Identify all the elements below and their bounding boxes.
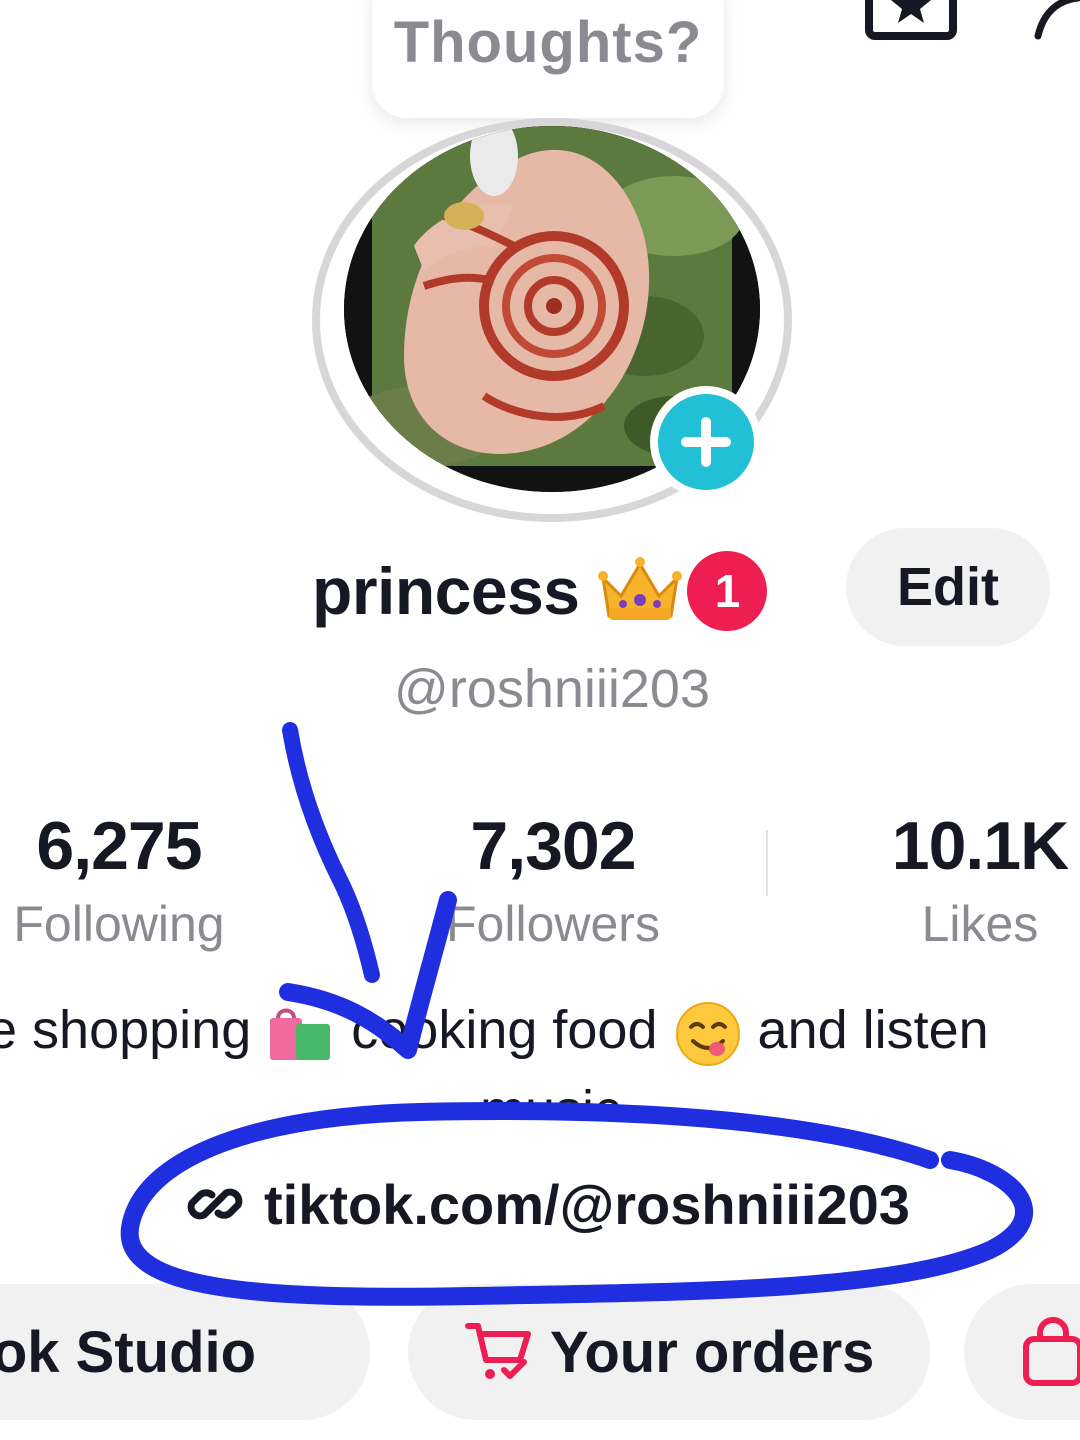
tiktok-studio-label: TikTok Studio <box>0 1319 257 1385</box>
tiktok-studio-button[interactable]: TikTok Studio <box>0 1284 370 1420</box>
stat-following[interactable]: 6,275 Following <box>0 806 244 954</box>
shop-button[interactable] <box>964 1284 1080 1420</box>
link-icon <box>187 1188 243 1220</box>
stats-divider <box>766 830 768 896</box>
thoughts-bubble[interactable]: Thoughts? <box>372 0 724 118</box>
profile-page: Thoughts? princess 1 Edit @roshniii203 6… <box>0 0 1080 1440</box>
display-name: princess <box>312 554 580 628</box>
bio-text-1: ve shopping <box>0 1000 252 1060</box>
notification-badge[interactable]: 1 <box>687 551 768 631</box>
thoughts-text: Thoughts? <box>393 10 703 75</box>
bio-text-3: and listen <box>757 1000 989 1060</box>
following-label: Following <box>13 896 225 952</box>
bio: ve shopping cooking food and listen <box>0 990 989 1070</box>
edit-profile-button[interactable]: Edit <box>846 528 1050 646</box>
profile-link-url: tiktok.com/@roshniii203 <box>264 1172 910 1236</box>
followers-count: 7,302 <box>470 808 636 884</box>
favorites-icon[interactable] <box>865 0 957 44</box>
shopping-bag-icon <box>1023 1317 1080 1386</box>
name-row: princess 1 <box>312 546 768 636</box>
your-orders-button[interactable]: Your orders <box>408 1284 930 1420</box>
profile-link[interactable]: tiktok.com/@roshniii203 <box>186 1164 910 1244</box>
shopping-bags-emoji-icon <box>270 1008 331 1060</box>
following-count: 6,275 <box>36 808 202 884</box>
likes-label: Likes <box>921 896 1039 952</box>
bio-text-4: music <box>480 1080 622 1110</box>
likes-count: 10.1K <box>891 808 1069 884</box>
stat-followers[interactable]: 7,302 Followers <box>408 806 698 954</box>
annotation-arrow-shaft <box>282 722 380 983</box>
plus-icon <box>681 417 731 467</box>
cart-icon <box>465 1323 531 1379</box>
crown-emoji-icon <box>598 557 683 620</box>
your-orders-label: Your orders <box>550 1319 875 1385</box>
bio-text-2: cooking food <box>351 1000 658 1060</box>
stat-likes[interactable]: 10.1K Likes <box>880 806 1080 954</box>
share-icon[interactable] <box>1030 0 1080 50</box>
yum-face-emoji-icon <box>675 1001 740 1066</box>
add-avatar-button[interactable] <box>650 386 762 498</box>
username: @roshniii203 <box>394 659 710 719</box>
followers-label: Followers <box>446 896 660 952</box>
